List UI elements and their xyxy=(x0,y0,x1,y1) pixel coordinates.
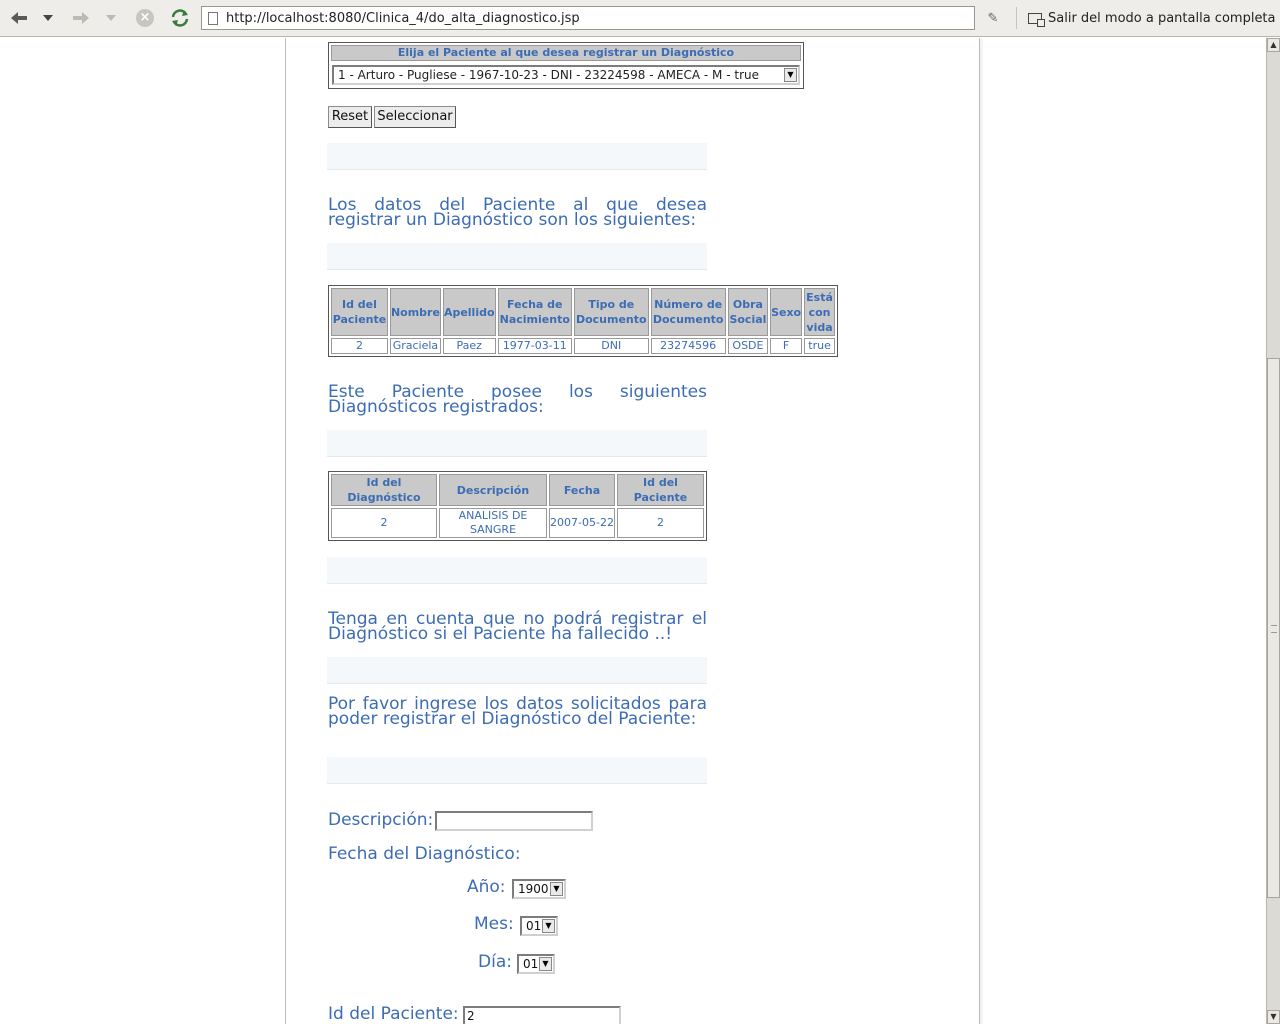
page-viewport: Elija el Paciente al que desea registrar… xyxy=(0,38,1266,1024)
exit-fullscreen-button[interactable]: Salir del modo a pantalla completa xyxy=(1028,8,1276,28)
patient-data-heading: Los datos del Paciente al que desea regi… xyxy=(328,195,707,230)
page-icon xyxy=(208,11,218,25)
mes-label: Mes: xyxy=(474,914,514,934)
exit-fullscreen-label: Salir del modo a pantalla completa xyxy=(1048,10,1276,26)
table-cell: Paez xyxy=(442,338,496,354)
address-bar[interactable]: http://localhost:8080/Clinica_4/do_alta_… xyxy=(201,6,975,30)
col-header: Descripción xyxy=(439,474,547,506)
spacer-bar xyxy=(327,657,707,684)
browser-toolbar: × http://localhost:8080/Clinica_4/do_alt… xyxy=(0,0,1280,37)
col-header: Está con vida xyxy=(804,288,835,336)
table-cell: Graciela xyxy=(389,338,441,354)
table-cell: DNI xyxy=(574,338,649,354)
mes-select-value: 01 xyxy=(526,919,542,933)
patient-selector-box: Elija el Paciente al que desea registrar… xyxy=(328,42,804,89)
dia-select[interactable]: 01 ▼ xyxy=(517,954,555,974)
patient-selector-header: Elija el Paciente al que desea registrar… xyxy=(331,45,801,61)
forward-icon[interactable] xyxy=(70,8,92,28)
id-paciente-input[interactable]: 2 xyxy=(463,1006,621,1024)
id-paciente-label: Id del Paciente: xyxy=(328,1004,459,1024)
anio-label: Año: xyxy=(467,877,506,897)
col-header: Id del Paciente xyxy=(617,474,704,506)
col-header: Apellido xyxy=(442,288,496,336)
chevron-down-icon[interactable]: ▼ xyxy=(539,957,552,971)
patient-select-value: 1 - Arturo - Pugliese - 1967-10-23 - DNI… xyxy=(338,68,759,82)
mes-select[interactable]: 01 ▼ xyxy=(520,916,558,936)
table-cell: 2007-05-22 xyxy=(549,508,615,538)
scrollbar-thumb[interactable] xyxy=(1267,358,1280,898)
table-header-row: Id del Paciente Nombre Apellido Fecha de… xyxy=(331,288,835,336)
instructions-text: Por favor ingrese los datos solicitados … xyxy=(328,694,707,729)
col-header: Sexo xyxy=(770,288,803,336)
col-header: Número de Documento xyxy=(650,288,726,336)
patient-select[interactable]: 1 - Arturo - Pugliese - 1967-10-23 - DNI… xyxy=(332,65,800,85)
warning-text: Tenga en cuenta que no podrá registrar e… xyxy=(328,609,707,644)
col-header: Fecha de Nacimiento xyxy=(497,288,573,336)
anio-select[interactable]: 1900 ▼ xyxy=(512,879,566,899)
scroll-up-icon[interactable]: ▲ xyxy=(1267,38,1280,52)
table-cell: true xyxy=(804,338,835,354)
back-history-dropdown-icon[interactable] xyxy=(42,8,54,28)
diagnostics-table: Id del Diagnóstico Descripción Fecha Id … xyxy=(328,471,707,541)
reset-button[interactable]: Reset xyxy=(328,106,372,128)
spacer-bar xyxy=(327,557,707,584)
scrollbar-grip xyxy=(1271,625,1277,633)
select-button[interactable]: Seleccionar xyxy=(374,106,456,128)
table-cell: F xyxy=(770,338,803,354)
table-cell: 2 xyxy=(331,338,388,354)
table-cell: ANALISIS DE SANGRE xyxy=(439,508,547,538)
descripcion-label: Descripción: xyxy=(328,810,434,830)
table-header-row: Id del Diagnóstico Descripción Fecha Id … xyxy=(331,474,704,506)
fullscreen-icon xyxy=(1028,12,1045,27)
back-icon[interactable] xyxy=(8,8,30,28)
col-header: Id del Diagnóstico xyxy=(331,474,437,506)
dia-select-value: 01 xyxy=(523,957,539,971)
dia-label: Día: xyxy=(478,952,512,972)
col-header: Nombre xyxy=(389,288,441,336)
forward-history-dropdown-icon[interactable] xyxy=(105,8,117,28)
patient-data-table: Id del Paciente Nombre Apellido Fecha de… xyxy=(328,285,838,357)
table-cell: 23274596 xyxy=(650,338,726,354)
descripcion-input[interactable] xyxy=(435,811,593,831)
spacer-bar xyxy=(327,430,707,457)
table-cell: 2 xyxy=(331,508,437,538)
toolbar-divider xyxy=(1016,7,1017,29)
chevron-down-icon[interactable]: ▼ xyxy=(550,882,563,896)
chevron-down-icon[interactable]: ▼ xyxy=(784,68,797,82)
table-cell: 2 xyxy=(617,508,704,538)
url-text: http://localhost:8080/Clinica_4/do_alta_… xyxy=(226,10,580,26)
col-header: Fecha xyxy=(549,474,615,506)
table-cell: OSDE xyxy=(727,338,769,354)
table-cell: 1977-03-11 xyxy=(497,338,573,354)
col-header: Tipo de Documento xyxy=(574,288,649,336)
anio-select-value: 1900 xyxy=(518,882,549,896)
spacer-bar xyxy=(327,243,707,270)
vertical-scrollbar[interactable]: ▲ ▼ xyxy=(1266,38,1280,1024)
chevron-down-icon[interactable]: ▼ xyxy=(542,919,555,933)
spacer-bar xyxy=(327,143,707,170)
col-header: Id del Paciente xyxy=(331,288,388,336)
fecha-label: Fecha del Diagnóstico: xyxy=(328,844,521,864)
stop-icon[interactable]: × xyxy=(134,8,156,28)
scroll-down-icon[interactable]: ▼ xyxy=(1267,1010,1280,1024)
spacer-bar xyxy=(327,757,707,784)
reload-icon[interactable] xyxy=(168,8,192,28)
table-row: 2 ANALISIS DE SANGRE 2007-05-22 2 xyxy=(331,508,704,538)
col-header: Obra Social xyxy=(727,288,769,336)
extension-icon[interactable]: ✎ xyxy=(985,8,1001,28)
table-row: 2 Graciela Paez 1977-03-11 DNI 23274596 … xyxy=(331,338,835,354)
diagnostics-heading: Este Paciente posee los siguientes Diagn… xyxy=(328,382,707,417)
